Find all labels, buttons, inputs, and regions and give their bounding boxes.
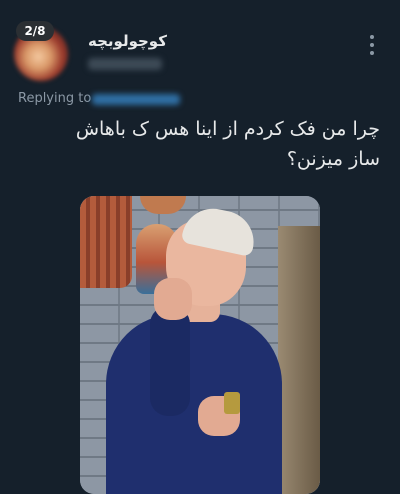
person-arm: [150, 306, 190, 416]
small-cup: [224, 392, 240, 414]
author-display-name[interactable]: کوچولوبچه: [88, 32, 167, 50]
wooden-shelf: [278, 226, 320, 494]
reply-mention-redacted[interactable]: [92, 94, 180, 105]
drape-decoration: [80, 196, 132, 288]
more-vertical-icon[interactable]: [366, 35, 378, 55]
person-hand: [154, 278, 192, 320]
tweet-media-image[interactable]: [80, 196, 320, 494]
tweet-text: چرا من فک کردم از اینا هس ک باهاش ساز می…: [75, 118, 380, 170]
person-sweater: [106, 314, 282, 494]
media-counter-badge: 2/8: [16, 21, 54, 41]
replying-to-label: Replying to: [18, 91, 92, 106]
author-handle-redacted: [88, 58, 162, 70]
